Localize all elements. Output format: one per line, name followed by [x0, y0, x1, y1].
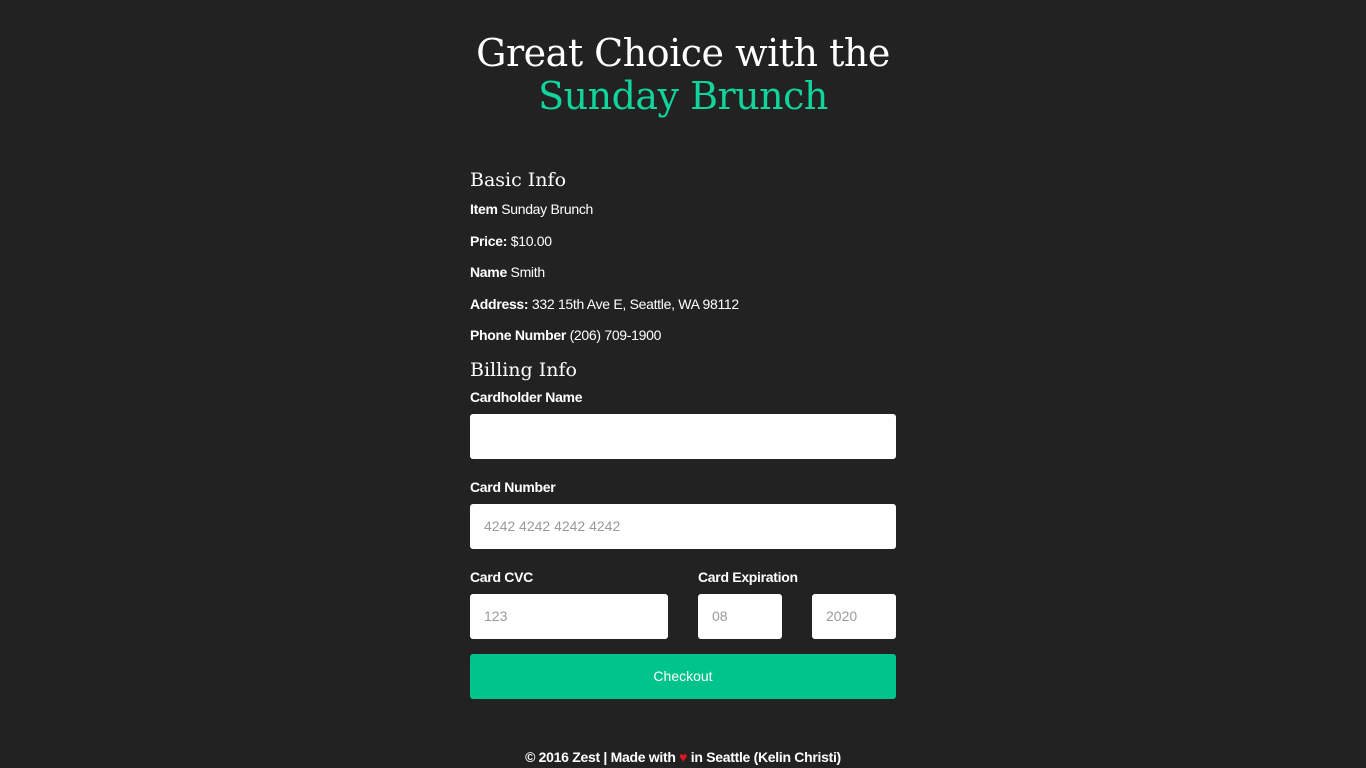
heart-icon: ♥ [679, 749, 688, 765]
expiration-year-input[interactable] [812, 593, 896, 639]
info-price-label: Price: [470, 232, 508, 249]
billing-info-heading: Billing Info [470, 358, 577, 381]
info-address-value: 332 15th Ave E, Seattle, WA 98112 [531, 295, 739, 312]
page-title: Great Choice with the Sunday Brunch [0, 32, 1366, 118]
info-item-label: Item [470, 201, 498, 217]
checkout-form-container: Basic Info Item Sunday Brunch Price: $10… [470, 166, 896, 699]
card-number-input[interactable] [470, 503, 896, 549]
card-expiration-label: Card Expiration [698, 568, 798, 585]
info-item: Item Sunday Brunch [470, 198, 896, 230]
card-number-field: Card Number [470, 478, 896, 549]
footer-text-after: in Seattle (Kelin Christi) [690, 749, 841, 765]
footer-text-before: © 2016 Zest | Made with [525, 749, 676, 765]
card-number-label: Card Number [470, 478, 556, 495]
page-title-line1: Great Choice with the [476, 31, 890, 75]
page-title-item-name: Sunday Brunch [538, 74, 828, 118]
card-expiration-field: Card Expiration [698, 568, 896, 639]
info-phone-value: (206) 709-1900 [569, 327, 662, 343]
basic-info-heading: Basic Info [470, 169, 567, 191]
card-cvc-label: Card CVC [470, 568, 533, 585]
info-item-value: Sunday Brunch [501, 201, 594, 217]
info-name: Name Smith [470, 261, 896, 293]
checkout-button[interactable]: Checkout [470, 653, 896, 699]
info-name-value: Smith [510, 264, 546, 280]
info-name-label: Name [470, 264, 507, 280]
info-price: Price: $10.00 [470, 230, 896, 262]
info-address-label: Address: [470, 295, 529, 312]
cardholder-name-label: Cardholder Name [470, 388, 583, 405]
info-address: Address: 332 15th Ave E, Seattle, WA 981… [470, 293, 896, 325]
expiration-month-input[interactable] [698, 593, 782, 639]
checkout-page: Great Choice with the Sunday Brunch Basi… [0, 0, 1366, 768]
card-cvc-expiration-row: Card CVC Card Expiration [470, 568, 896, 639]
card-expiration-inputs [698, 593, 896, 639]
card-cvc-input[interactable] [470, 593, 668, 639]
info-price-value: $10.00 [510, 232, 552, 249]
cardholder-name-input[interactable] [470, 413, 896, 459]
footer: © 2016 Zest | Made with ♥ in Seattle (Ke… [0, 748, 1366, 766]
info-phone: Phone Number (206) 709-1900 [470, 324, 896, 356]
cardholder-name-field: Cardholder Name [470, 388, 896, 459]
card-cvc-field: Card CVC [470, 568, 668, 639]
info-phone-label: Phone Number [470, 327, 566, 343]
